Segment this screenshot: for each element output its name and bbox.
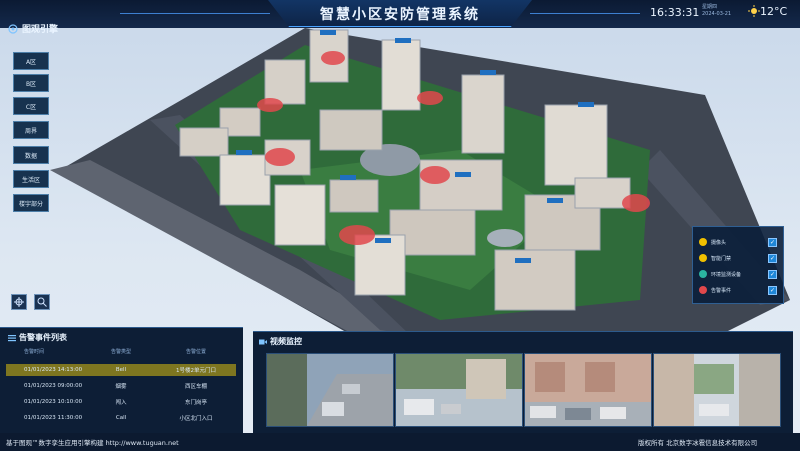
header-divider-left bbox=[120, 13, 270, 14]
nav-button-c-zone[interactable]: C区 bbox=[13, 97, 49, 115]
sun-icon bbox=[748, 5, 760, 17]
footer-credit: 基于图观™数字孪生应用引擎构建 http://www.tuguan.net bbox=[6, 439, 179, 447]
footer-copyright: 版权所有 北京数字冰雹信息技术有限公司 bbox=[638, 439, 758, 447]
alert-marker[interactable] bbox=[339, 225, 375, 245]
legend-checkbox[interactable]: ✓ bbox=[768, 253, 777, 263]
legend-checkbox[interactable]: ✓ bbox=[768, 237, 777, 247]
page-title: 智慧小区安防管理系统 bbox=[320, 7, 480, 23]
nav-button-b-zone[interactable]: B区 bbox=[13, 74, 49, 92]
table-row[interactable]: 01/01/2023 11:30:00 Call 小区北门入口 bbox=[6, 412, 236, 424]
legend-checkbox[interactable]: ✓ bbox=[768, 285, 777, 295]
camera-icon bbox=[699, 238, 707, 246]
alert-marker[interactable] bbox=[417, 91, 443, 105]
alarm-icon bbox=[699, 286, 707, 294]
clock-time: 16:33:31 bbox=[650, 6, 700, 19]
legend-item-access-control[interactable]: 智能门禁 ✓ bbox=[699, 253, 777, 263]
weekday-label: 星期四 bbox=[702, 4, 718, 10]
list-icon bbox=[8, 334, 16, 341]
legend-item-camera[interactable]: 摄像头 ✓ bbox=[699, 237, 777, 247]
header-divider-right bbox=[530, 13, 640, 14]
temperature: 12°C bbox=[760, 5, 788, 18]
nav-button-living-area[interactable]: 生活区 bbox=[13, 170, 49, 188]
video-thumbnail-2[interactable] bbox=[395, 353, 523, 427]
legend-item-env-sensor[interactable]: 环境监测设备 ✓ bbox=[699, 269, 777, 279]
nav-button-buildings[interactable]: 楼宇部分 bbox=[13, 194, 49, 212]
video-thumbnail-1[interactable] bbox=[266, 353, 394, 427]
date-label: 2024-03-21 bbox=[702, 11, 732, 17]
crosshair-icon bbox=[14, 297, 24, 307]
nav-button-data[interactable]: 数据 bbox=[13, 146, 49, 164]
sensor-icon bbox=[699, 270, 707, 278]
door-icon bbox=[699, 254, 707, 262]
table-row[interactable]: 01/01/2023 09:00:00 烟雾 西区车棚 bbox=[6, 380, 236, 392]
legend-panel: 摄像头 ✓ 智能门禁 ✓ 环境监测设备 ✓ 告警事件 ✓ bbox=[692, 226, 784, 304]
zoom-button[interactable] bbox=[34, 294, 50, 310]
alert-marker[interactable] bbox=[622, 194, 650, 212]
video-panel-title: 视频监控 bbox=[259, 336, 302, 347]
video-thumbnail-4[interactable] bbox=[653, 353, 781, 427]
events-table-header: 告警时间 告警类型 告警位置 bbox=[24, 349, 206, 355]
alert-marker[interactable] bbox=[257, 98, 283, 112]
legend-checkbox[interactable]: ✓ bbox=[768, 269, 777, 279]
magnifier-icon bbox=[37, 297, 47, 307]
nav-button-a-zone[interactable]: A区 bbox=[13, 52, 49, 70]
locate-button[interactable] bbox=[11, 294, 27, 310]
events-panel-title: 告警事件列表 bbox=[8, 332, 67, 343]
nav-button-perimeter[interactable]: 周界 bbox=[13, 121, 49, 139]
video-icon bbox=[259, 339, 267, 344]
alarm-events-panel: 告警事件列表 告警时间 告警类型 告警位置 01/01/2023 14:13:0… bbox=[0, 327, 243, 434]
alert-marker[interactable] bbox=[265, 148, 295, 166]
footer-bar: 基于图观™数字孪生应用引擎构建 http://www.tuguan.net 版权… bbox=[0, 433, 800, 451]
table-row[interactable]: 01/01/2023 10:10:00 闯入 东门岗亭 bbox=[6, 396, 236, 408]
engine-logo-icon bbox=[8, 23, 18, 34]
alert-marker[interactable] bbox=[420, 166, 450, 184]
table-row[interactable]: 01/01/2023 14:13:00 Bell 1号楼2单元门口 bbox=[6, 364, 236, 376]
date-block: 星期四 2024-03-21 bbox=[702, 4, 731, 18]
engine-title: 图观引擎 bbox=[22, 25, 59, 35]
engine-brand: 图观引擎 bbox=[8, 22, 58, 35]
roundabout bbox=[487, 229, 523, 247]
legend-item-alarm[interactable]: 告警事件 ✓ bbox=[699, 285, 777, 295]
video-thumbnail-3[interactable] bbox=[524, 353, 652, 427]
alert-marker[interactable] bbox=[321, 51, 345, 65]
